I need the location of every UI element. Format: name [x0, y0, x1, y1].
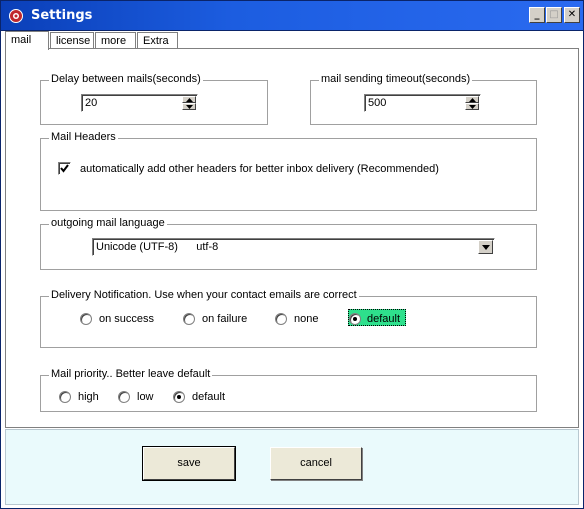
priority-high-radio[interactable] — [59, 391, 71, 403]
language-selected-value: Unicode (UTF-8) utf-8 — [96, 241, 219, 253]
tab-mail[interactable]: mail — [5, 31, 49, 50]
language-group: outgoing mail language Unicode (UTF-8) u… — [40, 217, 537, 270]
add-headers-label: automatically add other headers for bett… — [80, 163, 439, 175]
minimize-button[interactable]: _ — [529, 7, 545, 23]
priority-high-label: high — [78, 391, 99, 403]
delivery-on-success-radio[interactable] — [80, 313, 92, 325]
delivery-default-label: default — [367, 313, 401, 325]
save-button[interactable]: save — [142, 446, 236, 481]
timeout-spinner[interactable]: 500 — [364, 94, 481, 112]
timeout-value: 500 — [368, 97, 387, 109]
tab-more[interactable]: more — [95, 32, 136, 49]
tab-extra[interactable]: Extra — [137, 32, 178, 49]
priority-low-radio[interactable] — [118, 391, 130, 403]
timeout-increment-button[interactable] — [465, 96, 479, 103]
delivery-group: Delivery Notification. Use when your con… — [40, 289, 537, 348]
checkmark-icon — [60, 164, 69, 173]
delay-value: 20 — [85, 97, 98, 109]
priority-low-label: low — [137, 391, 154, 403]
cog-icon — [8, 8, 24, 24]
add-headers-checkbox[interactable] — [58, 162, 71, 175]
chevron-down-icon — [482, 245, 490, 250]
timeout-decrement-button[interactable] — [465, 103, 479, 110]
timeout-group: mail sending timeout(seconds) 500 — [310, 73, 537, 125]
delay-group-title: Delay between mails(seconds) — [49, 73, 203, 85]
delay-decrement-button[interactable] — [182, 103, 196, 110]
arrow-down-icon — [186, 105, 193, 109]
arrow-down-icon — [469, 105, 476, 109]
language-group-title: outgoing mail language — [49, 217, 167, 229]
delivery-default-radio[interactable] — [349, 313, 361, 325]
delivery-on-failure-radio[interactable] — [183, 313, 195, 325]
delivery-on-success-label: on success — [99, 313, 155, 325]
priority-default-label: default — [192, 391, 226, 403]
delivery-group-title: Delivery Notification. Use when your con… — [49, 289, 359, 301]
mail-headers-group: Mail Headers automatically add other hea… — [40, 131, 537, 211]
arrow-up-icon — [469, 98, 476, 102]
tab-license[interactable]: license — [50, 32, 94, 49]
language-dropdown-button[interactable] — [478, 240, 493, 254]
delivery-none-radio[interactable] — [275, 313, 287, 325]
delay-spinner[interactable]: 20 — [81, 94, 198, 112]
priority-group-title: Mail priority.. Better leave default — [49, 368, 213, 380]
delay-increment-button[interactable] — [182, 96, 196, 103]
maximize-button[interactable]: □ — [546, 7, 562, 23]
title-bar[interactable]: Settings _ □ ✕ — [1, 1, 583, 31]
settings-window: Settings _ □ ✕ mail license more Extra D… — [0, 0, 584, 509]
priority-default-radio[interactable] — [173, 391, 185, 403]
window-title: Settings — [31, 8, 93, 23]
close-button[interactable]: ✕ — [564, 7, 580, 23]
priority-group: Mail priority.. Better leave default hig… — [40, 368, 537, 412]
delay-group: Delay between mails(seconds) 20 — [40, 73, 268, 125]
timeout-group-title: mail sending timeout(seconds) — [319, 73, 473, 85]
language-select[interactable]: Unicode (UTF-8) utf-8 — [92, 238, 495, 256]
mail-headers-title: Mail Headers — [49, 131, 118, 143]
arrow-up-icon — [186, 98, 193, 102]
cancel-button[interactable]: cancel — [270, 447, 362, 480]
button-bar: save cancel — [5, 429, 579, 505]
mail-tab-panel: Delay between mails(seconds) 20 mail sen… — [5, 48, 579, 428]
delivery-on-failure-label: on failure — [202, 313, 248, 325]
delivery-none-label: none — [294, 313, 319, 325]
